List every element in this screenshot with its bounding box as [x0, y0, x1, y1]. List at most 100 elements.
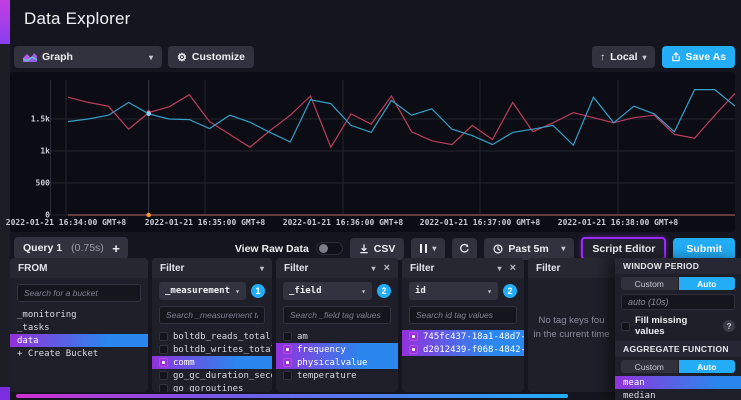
aggregate-mode-toggle: Custom Auto [615, 357, 741, 376]
tag-key-dropdown[interactable]: _field ▾ [283, 282, 372, 300]
time-range-dropdown[interactable]: Past 5m ▾ [484, 238, 574, 260]
collapse-caret-icon[interactable]: ▾ [260, 264, 264, 273]
checkbox-icon[interactable] [159, 332, 168, 341]
checkbox-icon[interactable] [409, 345, 418, 354]
window-period-input[interactable]: auto (10s) [621, 294, 735, 310]
download-csv-button[interactable]: CSV [350, 238, 405, 260]
aggregate-function-header: AGGREGATE FUNCTION [615, 341, 741, 357]
x-tick-label: 2022-01-21 16:34:00 GMT+8 [6, 218, 126, 227]
aggregate-auto-button[interactable]: Auto [679, 360, 736, 373]
id-search-input[interactable] [409, 306, 517, 324]
bucket-item[interactable]: _tasks [10, 321, 148, 334]
pause-dropdown-button[interactable]: ▾ [411, 238, 445, 260]
refresh-icon [459, 243, 470, 254]
save-location-label: Local [610, 51, 637, 63]
query-duration: (0.75s) [71, 242, 104, 254]
bucket-item[interactable]: _monitoring [10, 308, 148, 321]
y-tick-label: 1k [40, 147, 50, 156]
checkbox-icon[interactable] [621, 322, 630, 331]
tag-key-dropdown[interactable]: id ▾ [409, 282, 498, 300]
field-search-input[interactable] [283, 306, 391, 324]
field-value-item[interactable]: frequency [276, 343, 398, 356]
save-location-dropdown[interactable]: ↑ Local ▾ [592, 46, 654, 68]
arrow-up-icon: ↑ [600, 52, 605, 63]
close-icon[interactable]: × [510, 263, 516, 274]
aggregate-function-item[interactable]: median [615, 389, 741, 400]
window-auto-button[interactable]: Auto [679, 277, 736, 290]
from-panel-header: FROM [10, 258, 148, 278]
download-icon [359, 244, 369, 254]
x-tick-label: 2022-01-21 16:35:00 GMT+8 [145, 218, 265, 227]
page-title: Data Explorer [24, 9, 131, 29]
customize-button[interactable]: ⚙ Customize [168, 46, 254, 68]
add-query-button[interactable]: + [104, 237, 128, 259]
submit-button[interactable]: Submit [673, 238, 735, 260]
query-tab-label: Query 1 [23, 242, 62, 254]
query-tab[interactable]: Query 1 (0.75s) [14, 237, 113, 259]
from-panel: FROM _monitoring _tasks data + Create Bu… [10, 258, 148, 392]
checkbox-icon[interactable] [283, 358, 292, 367]
window-period-header: WINDOW PERIOD [615, 258, 741, 274]
chevron-down-icon: ▾ [561, 244, 565, 253]
time-range-label: Past 5m [508, 243, 548, 255]
gear-icon: ⚙ [177, 51, 187, 64]
horizontal-scrollbar[interactable] [16, 394, 568, 398]
checkbox-icon[interactable] [159, 358, 168, 367]
clock-icon [493, 244, 503, 254]
measurement-value-item[interactable]: go_gc_duration_seconds [152, 369, 272, 382]
bucket-search-input[interactable] [17, 284, 141, 302]
id-value-item[interactable]: d2012439-f068-4842-bfef-8... [402, 343, 524, 356]
view-raw-data-toggle[interactable] [316, 242, 343, 255]
measurement-value-item[interactable]: boltdb_writes_total [152, 343, 272, 356]
help-icon[interactable]: ? [723, 320, 735, 332]
bucket-item[interactable]: + Create Bucket [10, 347, 148, 360]
selected-count-badge: 1 [251, 284, 265, 298]
checkbox-icon[interactable] [159, 345, 168, 354]
visualization-type-dropdown[interactable]: Graph ▾ [14, 46, 162, 68]
script-editor-button[interactable]: Script Editor [581, 237, 666, 260]
measurement-search-input[interactable] [159, 306, 265, 324]
chart-panel[interactable]: 1.5k1k5000 2022-01-21 16:34:00 GMT+82022… [10, 72, 735, 232]
checkbox-icon[interactable] [159, 384, 168, 392]
y-tick-label: 1.5k [31, 115, 50, 124]
measurement-value-item[interactable]: go_goroutines [152, 382, 272, 392]
tag-key-dropdown[interactable]: _measurement ▾ [159, 282, 246, 300]
y-tick-label: 500 [36, 179, 50, 188]
x-tick-label: 2022-01-21 16:36:00 GMT+8 [283, 218, 403, 227]
id-value-item[interactable]: 745fc437-18a1-48d7-98a6-7... [402, 330, 524, 343]
checkbox-icon[interactable] [409, 332, 418, 341]
save-as-button[interactable]: Save As [662, 46, 735, 68]
window-period-mode-toggle: Custom Auto [615, 274, 741, 293]
filter-panel-header: Filter ▾ [152, 258, 272, 278]
collapse-caret-icon[interactable]: ▾ [372, 264, 376, 273]
measurement-value-item[interactable]: boltdb_reads_total [152, 330, 272, 343]
filter-panel-field: Filter ▾ × _field ▾ 2 am frequency physi… [276, 258, 398, 392]
bucket-item[interactable]: data [10, 334, 148, 347]
field-value-item[interactable]: physicalvalue [276, 356, 398, 369]
window-custom-button[interactable]: Custom [621, 277, 678, 290]
line-chart[interactable] [50, 76, 735, 224]
view-raw-data-label: View Raw Data [235, 243, 309, 255]
checkbox-icon[interactable] [283, 332, 292, 341]
filter-panel-header: Filter ▾ × [402, 258, 524, 278]
pause-icon [420, 244, 427, 253]
field-value-item[interactable]: am [276, 330, 398, 343]
measurement-value-item[interactable]: comm [152, 356, 272, 369]
chevron-down-icon: ▾ [361, 287, 366, 296]
collapse-caret-icon[interactable]: ▾ [498, 264, 502, 273]
close-icon[interactable]: × [384, 263, 390, 274]
refresh-button[interactable] [452, 238, 477, 260]
checkbox-icon[interactable] [283, 345, 292, 354]
checkbox-icon[interactable] [283, 371, 292, 380]
selected-count-badge: 2 [503, 284, 517, 298]
field-value-item[interactable]: temperature [276, 369, 398, 382]
chevron-down-icon: ▾ [235, 287, 240, 296]
checkbox-icon[interactable] [159, 371, 168, 380]
chevron-down-icon: ▾ [643, 53, 647, 62]
x-tick-label: 2022-01-21 16:37:00 GMT+8 [420, 218, 540, 227]
filter-panel-header: Filter ▾ × [276, 258, 398, 278]
aggregate-function-item[interactable]: mean [615, 376, 741, 389]
aggregate-custom-button[interactable]: Custom [621, 360, 678, 373]
fill-missing-values-row: Fill missing values ? [615, 313, 741, 341]
chevron-down-icon: ▾ [149, 53, 153, 62]
